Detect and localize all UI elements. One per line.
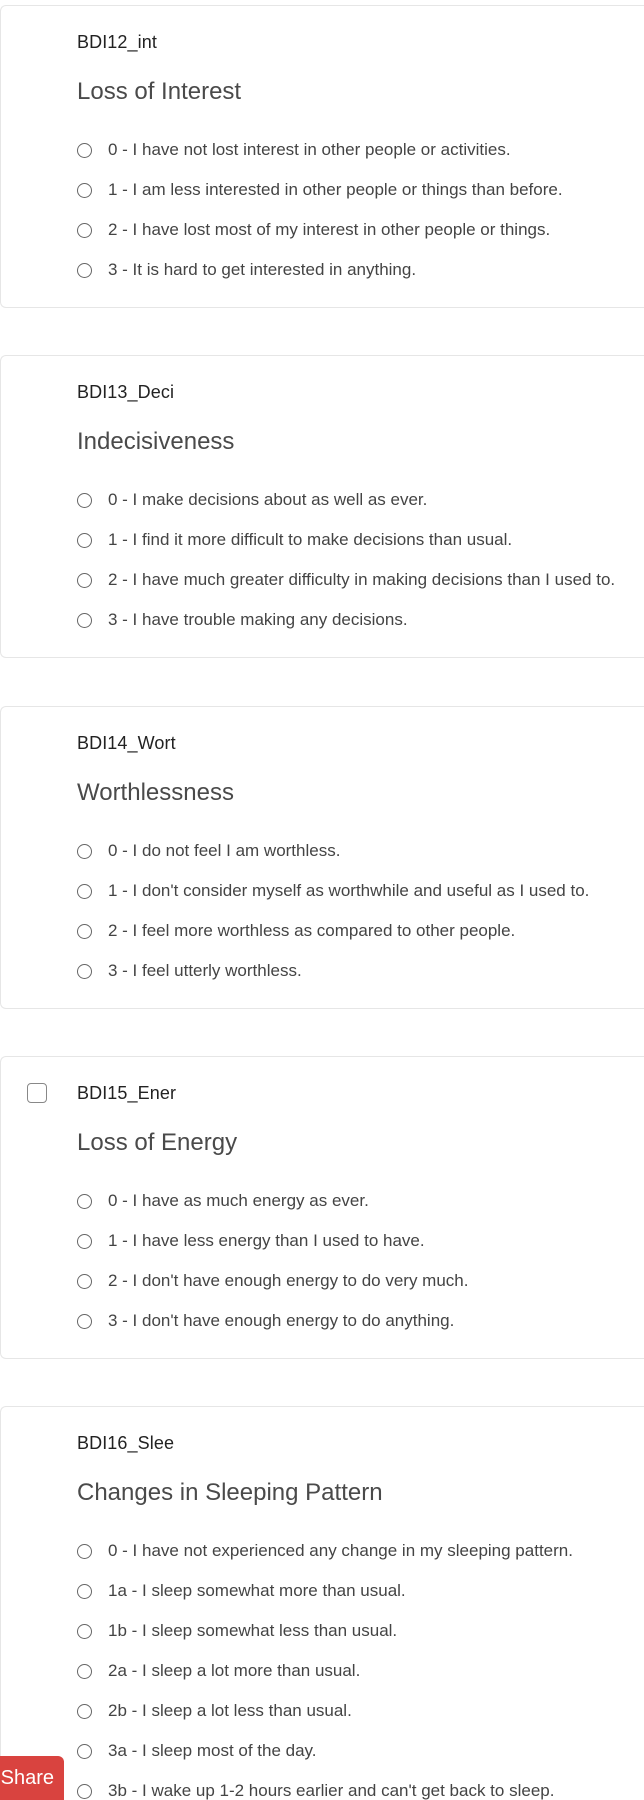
answer-option-1[interactable]: 1 - I am less interested in other people… bbox=[77, 170, 563, 210]
radio-button[interactable] bbox=[77, 923, 92, 939]
radio-button[interactable] bbox=[77, 1193, 92, 1209]
question-id: BDI15_Ener bbox=[77, 1083, 177, 1103]
radio-button[interactable] bbox=[77, 492, 92, 508]
radio-button[interactable] bbox=[77, 612, 92, 628]
question-id: BDI14_Wort bbox=[77, 733, 176, 753]
radio-button[interactable] bbox=[77, 1313, 92, 1329]
question-title: Indecisiveness bbox=[77, 428, 235, 455]
question-card-bdi12: BDI12_int Loss of Interest 0 - I have no… bbox=[0, 5, 644, 308]
radio-button[interactable] bbox=[77, 182, 92, 198]
answer-option-label[interactable]: 3 - It is hard to get interested in anyt… bbox=[108, 260, 416, 280]
radio-button[interactable] bbox=[77, 142, 92, 158]
survey-page: BDI12_int Loss of Interest 0 - I have no… bbox=[0, 0, 644, 1800]
answer-option-label[interactable]: 0 - I have as much energy as ever. bbox=[108, 1191, 369, 1211]
answer-option-3[interactable]: 3 - It is hard to get interested in anyt… bbox=[77, 250, 563, 290]
answer-option-2b[interactable]: 2b - I sleep a lot less than usual. bbox=[77, 1691, 573, 1731]
answer-option-label[interactable]: 0 - I make decisions about as well as ev… bbox=[108, 490, 427, 510]
answer-option-3[interactable]: 3 - I feel utterly worthless. bbox=[77, 951, 589, 991]
answer-option-label[interactable]: 2 - I don't have enough energy to do ver… bbox=[108, 1271, 468, 1291]
radio-button[interactable] bbox=[77, 963, 92, 979]
radio-button[interactable] bbox=[77, 532, 92, 548]
radio-button[interactable] bbox=[77, 1663, 92, 1679]
radio-button[interactable] bbox=[77, 1543, 92, 1559]
radio-button[interactable] bbox=[77, 843, 92, 859]
radio-button[interactable] bbox=[77, 883, 92, 899]
radio-button[interactable] bbox=[77, 262, 92, 278]
answer-option-label[interactable]: 1 - I find it more difficult to make dec… bbox=[108, 530, 512, 550]
answer-options: 0 - I have as much energy as ever. 1 - I… bbox=[77, 1181, 468, 1341]
answer-option-0[interactable]: 0 - I have not lost interest in other pe… bbox=[77, 130, 563, 170]
question-id: BDI16_Slee bbox=[77, 1433, 175, 1453]
answer-option-2[interactable]: 2 - I don't have enough energy to do ver… bbox=[77, 1261, 468, 1301]
answer-option-label[interactable]: 1 - I am less interested in other people… bbox=[108, 180, 563, 200]
answer-options: 0 - I make decisions about as well as ev… bbox=[77, 480, 615, 640]
question-title: Loss of Interest bbox=[77, 78, 242, 105]
answer-option-label[interactable]: 3b - I wake up 1-2 hours earlier and can… bbox=[108, 1781, 554, 1800]
radio-button[interactable] bbox=[77, 1743, 92, 1759]
answer-option-label[interactable]: 1 - I have less energy than I used to ha… bbox=[108, 1231, 425, 1251]
question-id: BDI12_int bbox=[77, 32, 157, 52]
answer-option-label[interactable]: 2b - I sleep a lot less than usual. bbox=[108, 1701, 352, 1721]
question-title: Worthlessness bbox=[77, 779, 234, 806]
question-card-bdi13: BDI13_Deci Indecisiveness 0 - I make dec… bbox=[0, 355, 644, 658]
radio-button[interactable] bbox=[77, 1273, 92, 1289]
answer-option-0[interactable]: 0 - I have not experienced any change in… bbox=[77, 1531, 573, 1571]
answer-option-label[interactable]: 1a - I sleep somewhat more than usual. bbox=[108, 1581, 406, 1601]
answer-option-3a[interactable]: 3a - I sleep most of the day. bbox=[77, 1731, 573, 1771]
answer-option-label[interactable]: 1b - I sleep somewhat less than usual. bbox=[108, 1621, 397, 1641]
answer-option-0[interactable]: 0 - I have as much energy as ever. bbox=[77, 1181, 468, 1221]
question-card-bdi15: BDI15_Ener Loss of Energy 0 - I have as … bbox=[0, 1056, 644, 1359]
question-select-checkbox[interactable] bbox=[27, 1083, 47, 1103]
question-title: Loss of Energy bbox=[77, 1129, 238, 1156]
radio-button[interactable] bbox=[77, 1233, 92, 1249]
answer-option-label[interactable]: 2a - I sleep a lot more than usual. bbox=[108, 1661, 360, 1681]
answer-option-label[interactable]: 0 - I have not lost interest in other pe… bbox=[108, 140, 511, 160]
answer-option-3[interactable]: 3 - I don't have enough energy to do any… bbox=[77, 1301, 468, 1341]
radio-button[interactable] bbox=[77, 1783, 92, 1799]
answer-option-3[interactable]: 3 - I have trouble making any decisions. bbox=[77, 600, 615, 640]
answer-options: 0 - I have not experienced any change in… bbox=[77, 1531, 573, 1800]
radio-button[interactable] bbox=[77, 1703, 92, 1719]
share-button[interactable]: Share bbox=[0, 1756, 64, 1800]
answer-options: 0 - I do not feel I am worthless. 1 - I … bbox=[77, 831, 589, 991]
answer-option-label[interactable]: 2 - I have much greater difficulty in ma… bbox=[108, 570, 615, 590]
answer-option-label[interactable]: 3 - I feel utterly worthless. bbox=[108, 961, 302, 981]
answer-option-1[interactable]: 1 - I find it more difficult to make dec… bbox=[77, 520, 615, 560]
answer-option-label[interactable]: 3 - I don't have enough energy to do any… bbox=[108, 1311, 454, 1331]
question-card-bdi14: BDI14_Wort Worthlessness 0 - I do not fe… bbox=[0, 706, 644, 1009]
answer-option-1[interactable]: 1 - I don't consider myself as worthwhil… bbox=[77, 871, 589, 911]
question-id: BDI13_Deci bbox=[77, 382, 175, 402]
answer-option-1b[interactable]: 1b - I sleep somewhat less than usual. bbox=[77, 1611, 573, 1651]
answer-option-3b[interactable]: 3b - I wake up 1-2 hours earlier and can… bbox=[77, 1771, 573, 1800]
answer-option-1[interactable]: 1 - I have less energy than I used to ha… bbox=[77, 1221, 468, 1261]
answer-option-2[interactable]: 2 - I feel more worthless as compared to… bbox=[77, 911, 589, 951]
answer-option-label[interactable]: 0 - I do not feel I am worthless. bbox=[108, 841, 340, 861]
answer-option-1a[interactable]: 1a - I sleep somewhat more than usual. bbox=[77, 1571, 573, 1611]
answer-option-label[interactable]: 2 - I feel more worthless as compared to… bbox=[108, 921, 515, 941]
radio-button[interactable] bbox=[77, 572, 92, 588]
radio-button[interactable] bbox=[77, 1583, 92, 1599]
answer-option-label[interactable]: 3a - I sleep most of the day. bbox=[108, 1741, 317, 1761]
answer-option-label[interactable]: 0 - I have not experienced any change in… bbox=[108, 1541, 573, 1561]
answer-option-0[interactable]: 0 - I do not feel I am worthless. bbox=[77, 831, 589, 871]
answer-option-2[interactable]: 2 - I have lost most of my interest in o… bbox=[77, 210, 563, 250]
answer-option-label[interactable]: 3 - I have trouble making any decisions. bbox=[108, 610, 408, 630]
answer-option-0[interactable]: 0 - I make decisions about as well as ev… bbox=[77, 480, 615, 520]
radio-button[interactable] bbox=[77, 1623, 92, 1639]
answer-option-label[interactable]: 2 - I have lost most of my interest in o… bbox=[108, 220, 550, 240]
share-button-label: Share bbox=[0, 1766, 54, 1789]
radio-button[interactable] bbox=[77, 222, 92, 238]
answer-option-label[interactable]: 1 - I don't consider myself as worthwhil… bbox=[108, 881, 589, 901]
answer-option-2[interactable]: 2 - I have much greater difficulty in ma… bbox=[77, 560, 615, 600]
question-card-bdi16: BDI16_Slee Changes in Sleeping Pattern 0… bbox=[0, 1406, 644, 1800]
answer-options: 0 - I have not lost interest in other pe… bbox=[77, 130, 563, 290]
question-title: Changes in Sleeping Pattern bbox=[77, 1479, 383, 1506]
answer-option-2a[interactable]: 2a - I sleep a lot more than usual. bbox=[77, 1651, 573, 1691]
